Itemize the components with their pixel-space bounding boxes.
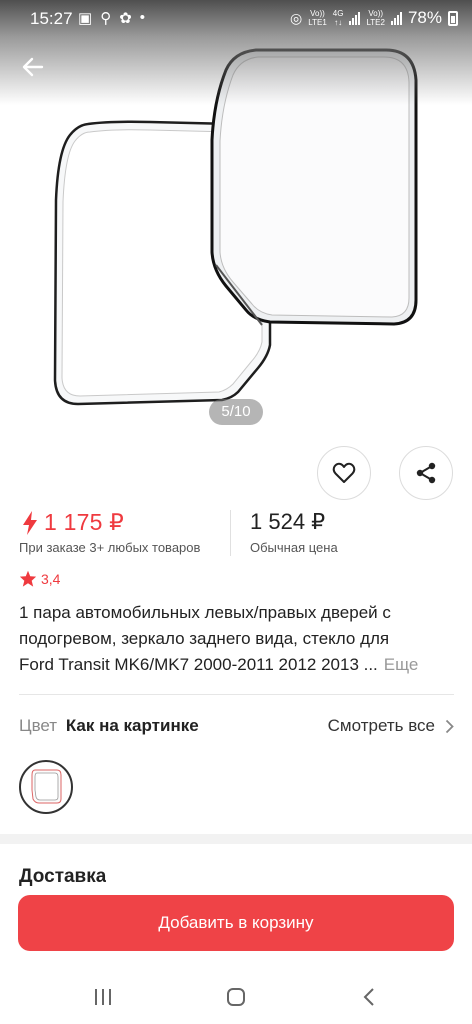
section-separator: [0, 834, 472, 844]
system-nav-bar: [0, 970, 472, 1024]
see-all-link[interactable]: Смотреть все: [328, 716, 454, 736]
search-icon: ⚲: [100, 10, 112, 27]
home-icon: [227, 988, 245, 1006]
back-icon: [363, 988, 374, 1006]
recent-apps-icon: [95, 989, 111, 1005]
signal-icon: [349, 11, 361, 25]
back-button[interactable]: [16, 52, 50, 82]
hotspot-icon: ◎: [290, 9, 303, 26]
recent-apps-button[interactable]: [88, 984, 118, 1010]
apps-icon: ✿: [119, 10, 132, 27]
divider: [19, 694, 454, 695]
regular-price-note: Обычная цена: [250, 540, 338, 555]
rating[interactable]: 3,4: [19, 570, 60, 587]
sale-price: 1 175 ₽: [44, 509, 124, 535]
color-value: Как на картинке: [65, 716, 199, 735]
notification-icons: ▣ ⚲ ✿ •: [78, 9, 145, 27]
battery-icon: [448, 10, 458, 26]
sale-price-note: При заказе 3+ любых товаров: [19, 540, 201, 555]
sim2-label: Vo)) LTE2: [366, 9, 385, 27]
back-arrow-icon: [22, 57, 44, 77]
dot-icon: •: [139, 9, 146, 26]
system-indicators: ◎ Vo)) LTE1 4G ↑↓ Vo)) LTE2 78%: [290, 8, 458, 28]
more-link[interactable]: Еще: [384, 655, 419, 674]
heart-icon: [332, 462, 356, 483]
color-row: Цвет Как на картинке Смотреть все: [19, 716, 454, 742]
sim1-label: Vo)) LTE1: [308, 9, 327, 27]
title-line-3: Ford Transit MK6/MK7 2000-2011 2012 2013…: [19, 655, 419, 674]
network-type: 4G ↑↓: [332, 9, 344, 27]
chevron-right-icon: [445, 719, 454, 733]
image-icon: ▣: [78, 10, 93, 27]
battery-percent: 78%: [407, 8, 442, 27]
status-time: 15:27: [30, 9, 73, 28]
nav-back-button[interactable]: [354, 984, 384, 1010]
share-button[interactable]: [399, 446, 453, 500]
signal-icon-2: [390, 11, 402, 25]
lightning-icon: [23, 510, 37, 535]
delivery-title: Доставка: [19, 866, 107, 887]
price-divider: [230, 510, 231, 556]
swatch-image: [31, 769, 62, 804]
title-line-1: 1 пара автомобильных левых/правых дверей…: [19, 603, 391, 622]
product-gallery[interactable]: 5/10: [0, 0, 472, 440]
sale-price-block: 1 175 ₽: [22, 509, 124, 536]
gallery-page-indicator: 5/10: [209, 399, 263, 425]
add-to-cart-button[interactable]: Добавить в корзину: [18, 895, 454, 951]
star-icon: [19, 570, 37, 587]
regular-price: 1 524 ₽: [250, 509, 326, 534]
share-icon: [416, 462, 436, 484]
rating-value: 3,4: [41, 570, 61, 587]
status-bar: 15:27 ▣ ⚲ ✿ • ◎ Vo)) LTE1 4G ↑↓ Vo)) LTE…: [0, 0, 472, 36]
home-button[interactable]: [221, 984, 251, 1010]
favorite-button[interactable]: [317, 446, 371, 500]
title-line-2: подогревом, зеркало заднего вида, стекло…: [19, 629, 390, 648]
color-label: Цвет: [19, 716, 58, 735]
product-title: 1 пара автомобильных левых/правых дверей…: [19, 600, 451, 678]
color-swatch[interactable]: [19, 760, 73, 814]
